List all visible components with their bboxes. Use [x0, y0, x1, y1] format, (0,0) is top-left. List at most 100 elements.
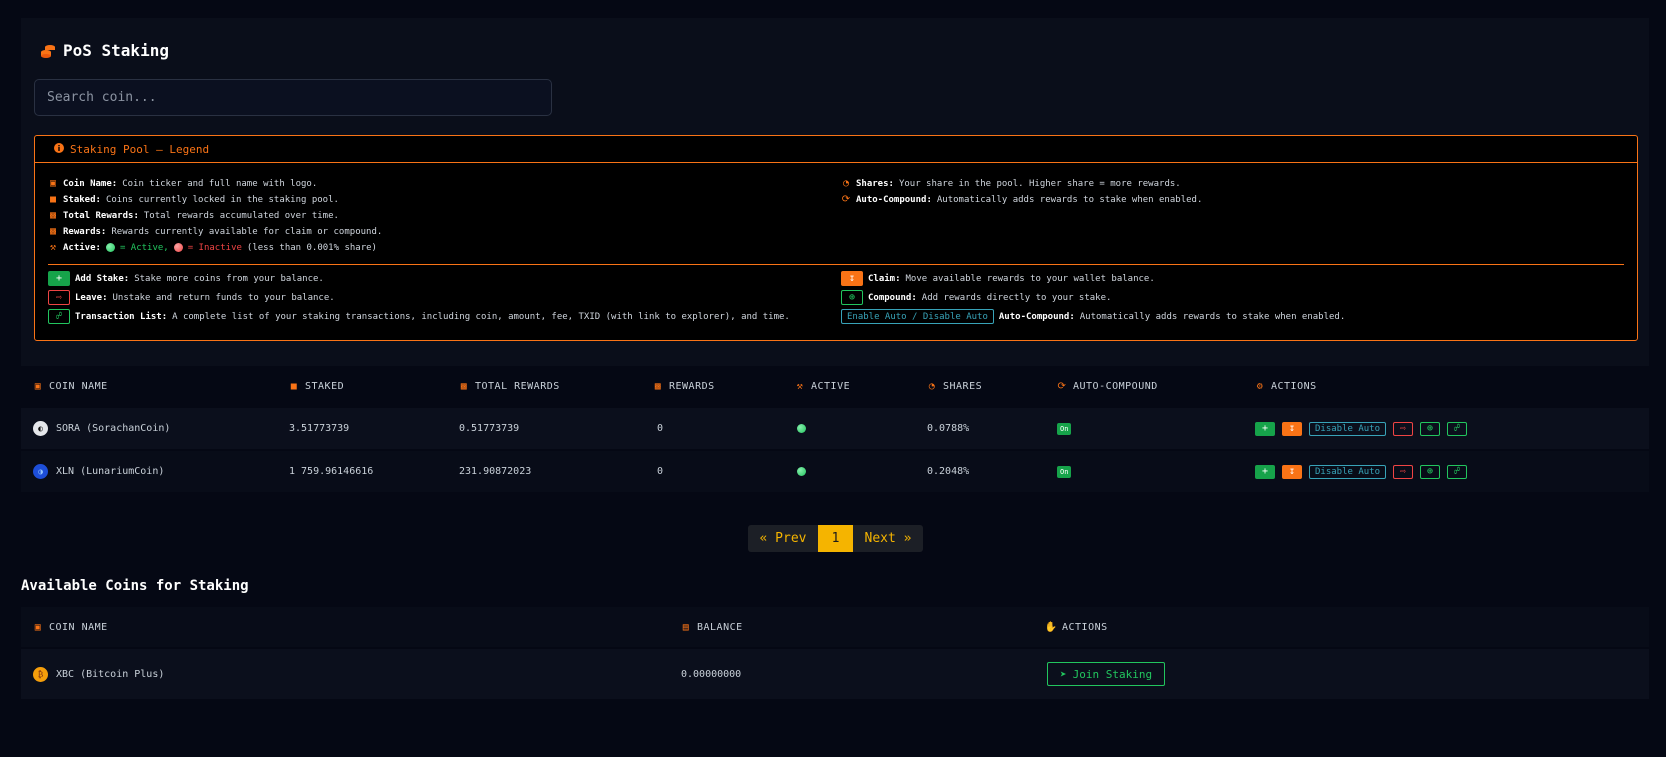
- hammer-icon: ⚒: [796, 380, 804, 392]
- balance-cell: 0.00000000: [681, 668, 742, 680]
- disable-auto-button[interactable]: Disable Auto: [1309, 421, 1387, 436]
- sora-logo-icon: ◐: [33, 421, 48, 436]
- hammer-icon: ⚒: [49, 242, 57, 253]
- legend-rewards: ▩ Rewards: Rewards currently available fo…: [49, 226, 383, 237]
- rewards-cell: 0: [657, 466, 664, 477]
- legend-staked: ■ Staked: Coins currently locked in the s…: [49, 194, 339, 205]
- legend-shares: ◔ Shares: Your share in the pool. Higher …: [842, 178, 1181, 189]
- gift-icon: ▩: [49, 226, 57, 237]
- disable-auto-button[interactable]: Disable Auto: [1309, 464, 1387, 479]
- download-icon: ↧: [841, 271, 863, 286]
- active-dot: [105, 243, 115, 252]
- legend-coin-name: ▣ Coin Name: Coin ticker and full name wi…: [49, 178, 318, 189]
- claim-button[interactable]: ↧: [1282, 464, 1302, 479]
- xbc-logo-icon: ₿: [33, 666, 48, 682]
- coins-icon: ▣: [34, 380, 42, 392]
- layers-icon: ■: [290, 380, 298, 392]
- legend-total-rewards: ▩ Total Rewards: Total rewards accumulate…: [49, 210, 339, 221]
- staked-cell: 3.51773739: [289, 423, 350, 434]
- inactive-dot: [173, 243, 183, 252]
- transaction-list-button[interactable]: ☍: [1447, 421, 1468, 436]
- th-total-rewards: ▩ TOTAL REWARDS: [460, 380, 560, 392]
- legend-auto-compound: ⟳ Auto-Compound: Automatically adds rewar…: [841, 194, 1203, 205]
- transaction-list-button[interactable]: ☍: [1447, 464, 1468, 479]
- legend-header: Staking Pool – Legend: [35, 136, 1637, 163]
- add-stake-button[interactable]: +: [1255, 421, 1275, 436]
- available-coins-title: Available Coins for Staking: [21, 578, 249, 594]
- coin-cell: ◐ SORA (SorachanCoin): [33, 408, 170, 449]
- rewards-cell: 0: [657, 423, 664, 434]
- sync-icon: ⟳: [841, 194, 851, 205]
- total-rewards-cell: 0.51773739: [459, 423, 520, 434]
- prev-page-button[interactable]: « Prev: [748, 525, 818, 552]
- gears-icon: ⚙: [1256, 380, 1264, 392]
- legend-divider: [48, 264, 1624, 265]
- pie-icon: ◔: [928, 380, 936, 392]
- active-cell: [797, 408, 806, 449]
- actions-cell: + ↧ Disable Auto ⇨ ⊕ ☍: [1255, 408, 1468, 449]
- table-row: ₿ XBC (Bitcoin Plus) 0.00000000 ➤ Join S…: [21, 649, 1649, 700]
- compound-button[interactable]: ⊕: [1420, 464, 1441, 479]
- active-cell: [797, 451, 806, 492]
- search-input[interactable]: [34, 79, 552, 116]
- auto-on-badge: On: [1057, 422, 1072, 435]
- plus-circle-icon: ⊕: [841, 290, 863, 305]
- active-dot: [797, 424, 806, 433]
- th-actions: ⚙ ACTIONS: [1256, 380, 1317, 392]
- claim-button[interactable]: ↧: [1282, 421, 1302, 436]
- coin-cell: ₿ XBC (Bitcoin Plus): [33, 649, 164, 699]
- legend-leave: ⇨ Leave: Unstake and return funds to your…: [48, 290, 335, 305]
- active-dot: [797, 467, 806, 476]
- th-actions: ✋ ACTIONS: [1044, 621, 1108, 633]
- th-coin-name: ▣ COIN NAME: [34, 380, 108, 392]
- shares-cell: 0.0788%: [927, 423, 970, 434]
- sync-icon: ⟳: [1057, 380, 1067, 392]
- info-icon: [54, 142, 64, 156]
- coins-icon: ▣: [34, 621, 42, 633]
- actions-cell: + ↧ Disable Auto ⇨ ⊕ ☍: [1255, 451, 1468, 492]
- page-1-button[interactable]: 1: [818, 525, 853, 552]
- th-coin-name: ▣ COIN NAME: [34, 621, 108, 633]
- sign-in-icon: ➤: [1060, 667, 1067, 681]
- legend-transaction-list: ☍ Transaction List: A complete list of yo…: [48, 309, 790, 324]
- table-row: ◐ SORA (SorachanCoin) 3.51773739 0.51773…: [21, 408, 1649, 450]
- staking-table-header: ▣ COIN NAME ■ STAKED ▩ TOTAL REWARDS ▩ REWAR…: [21, 366, 1649, 406]
- xln-logo-icon: ◑: [33, 464, 48, 479]
- pie-icon: ◔: [842, 178, 850, 189]
- available-table-header: ▣ COIN NAME ▤ BALANCE ✋ ACTIONS: [21, 607, 1649, 647]
- auto-cell: On: [1057, 451, 1072, 492]
- add-stake-button[interactable]: +: [1255, 464, 1275, 479]
- th-balance: ▤ BALANCE: [682, 621, 743, 633]
- join-staking-button[interactable]: ➤ Join Staking: [1047, 662, 1166, 686]
- legend-box: Staking Pool – Legend ▣ Coin Name: Coin t…: [34, 135, 1638, 341]
- exit-icon: ⇨: [48, 290, 70, 305]
- leave-button[interactable]: ⇨: [1393, 464, 1414, 479]
- coin-cell: ◑ XLN (LunariumCoin): [33, 451, 164, 492]
- legend-title: Staking Pool – Legend: [70, 142, 210, 156]
- legend-claim: ↧ Claim: Move available rewards to your w…: [841, 271, 1155, 286]
- legend-compound: ⊕ Compound: Add rewards directly to your …: [841, 290, 1111, 305]
- page-title-text: PoS Staking: [63, 41, 169, 60]
- legend-active: ⚒ Active: = Active, = Inactive (less tha…: [49, 242, 377, 253]
- hand-icon: ✋: [1044, 621, 1058, 633]
- th-active: ⚒ ACTIVE: [796, 380, 851, 392]
- gift-icon: ▩: [460, 380, 468, 392]
- link-icon: ☍: [48, 309, 70, 324]
- th-shares: ◔ SHARES: [928, 380, 983, 392]
- leave-button[interactable]: ⇨: [1393, 421, 1414, 436]
- next-page-button[interactable]: Next »: [853, 525, 923, 552]
- layers-icon: ■: [49, 194, 57, 205]
- th-rewards: ▩ REWARDS: [654, 380, 715, 392]
- staked-cell: 1 759.96146616: [289, 466, 374, 477]
- coins-icon: ▣: [49, 178, 57, 189]
- actions-cell: ➤ Join Staking: [1047, 649, 1166, 699]
- auto-toggle-sample: Enable Auto / Disable Auto: [841, 309, 994, 324]
- pagination: « Prev 1 Next »: [748, 525, 923, 552]
- auto-cell: On: [1057, 408, 1072, 449]
- compound-button[interactable]: ⊕: [1420, 421, 1441, 436]
- gift-icon: ▩: [654, 380, 662, 392]
- page-title: PoS Staking: [40, 41, 169, 60]
- legend-add-stake: + Add Stake: Stake more coins from your b…: [48, 271, 324, 286]
- gift-icon: ▩: [49, 210, 57, 221]
- coins-icon: [40, 43, 56, 59]
